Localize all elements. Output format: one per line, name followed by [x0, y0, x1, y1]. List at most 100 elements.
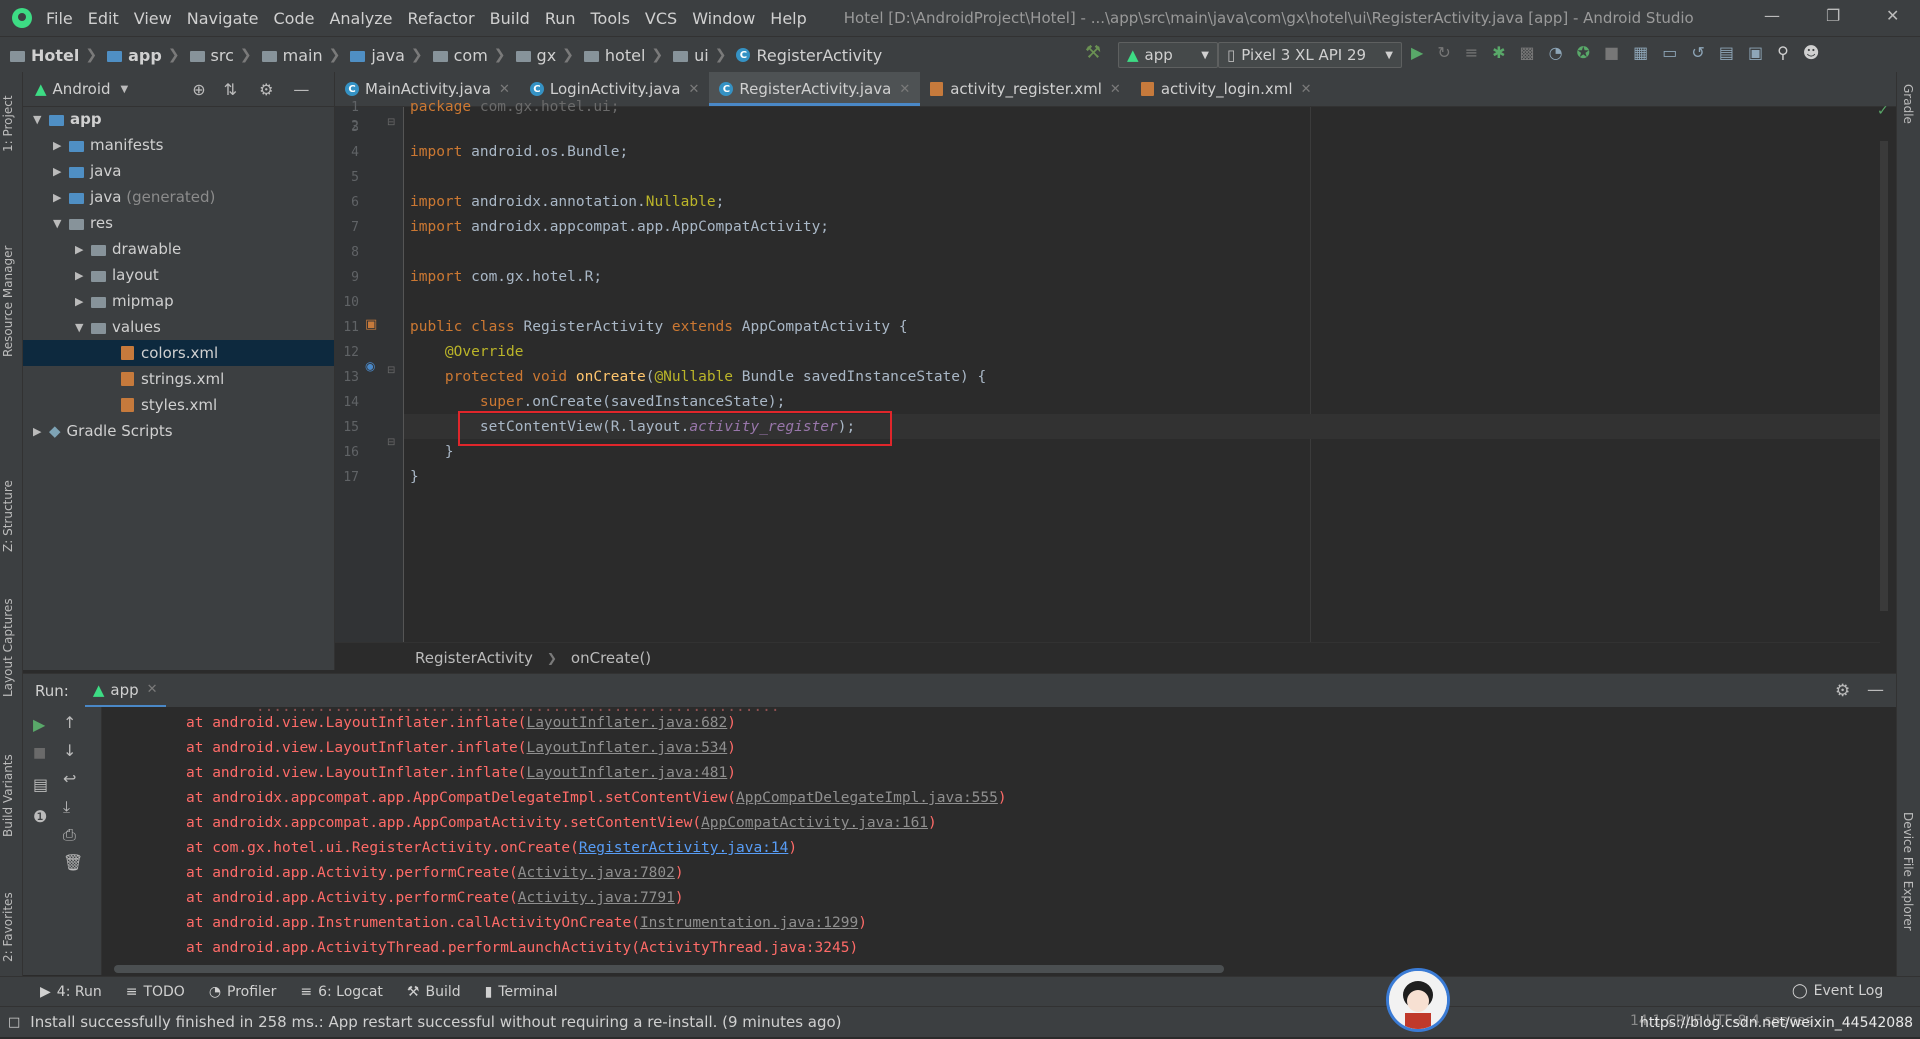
tool-tab-event-log[interactable]: ◯ Event Log — [1792, 983, 1883, 999]
close-icon[interactable]: ✕ — [899, 82, 910, 97]
tree-item-layout[interactable]: ▶ layout — [23, 262, 386, 288]
menu-refactor[interactable]: Refactor — [408, 9, 475, 28]
stack-link[interactable]: LayoutInflater.java:682 — [526, 715, 727, 731]
tool-tab-build-variants[interactable]: Build Variants — [1, 727, 15, 837]
tree-item-colors-xml[interactable]: colors.xml — [23, 340, 334, 366]
attach-debugger-icon[interactable]: ✪ — [1577, 43, 1590, 62]
stack-link[interactable]: RegisterActivity.java:14 — [579, 840, 789, 856]
scroll-to-end-icon[interactable]: ⤓ — [63, 797, 70, 817]
close-icon[interactable]: ✕ — [689, 82, 700, 97]
debug-icon[interactable]: ✱ — [1492, 43, 1505, 62]
menu-analyze[interactable]: Analyze — [329, 9, 392, 28]
stop-icon[interactable]: ■ — [33, 745, 46, 761]
override-icon[interactable]: ◉ — [365, 359, 375, 373]
collapse-all-icon[interactable]: ⇅ — [224, 80, 237, 99]
menu-navigate[interactable]: Navigate — [187, 9, 259, 28]
tool-tab-gradle[interactable]: Gradle — [1901, 84, 1915, 154]
breadcrumb-ui[interactable]: ui ❯ — [673, 46, 726, 65]
tool-tab-profiler[interactable]: ◔ Profiler — [209, 984, 277, 1000]
stack-link[interactable]: LayoutInflater.java:534 — [526, 740, 727, 756]
tool-tab-resource-manager[interactable]: Resource Manager — [1, 207, 15, 357]
breadcrumb-java[interactable]: java ❯ — [350, 46, 423, 65]
search-icon[interactable]: ⚲ — [1777, 43, 1789, 62]
soft-wrap-icon[interactable]: ↩ — [63, 769, 76, 788]
print-icon[interactable]: ⎙ — [63, 825, 76, 845]
tree-item-gradle-scripts[interactable]: ▶ ◆ Gradle Scripts — [23, 418, 344, 444]
sdk-manager-icon[interactable]: ▣ — [1748, 43, 1763, 62]
menu-window[interactable]: Window — [692, 9, 755, 28]
tool-tab-terminal[interactable]: ▮ Terminal — [485, 984, 558, 1000]
run-icon[interactable]: ▶ — [1411, 43, 1423, 62]
breadcrumb-hotel[interactable]: Hotel ❯ — [10, 46, 97, 65]
menu-help[interactable]: Help — [770, 9, 806, 28]
gear-icon[interactable]: ⚙ — [259, 80, 273, 99]
menu-vcs[interactable]: VCS — [645, 9, 677, 28]
status-panel-icon[interactable]: □ — [8, 1015, 20, 1030]
breadcrumb-app[interactable]: app ❯ — [107, 46, 180, 65]
stack-link[interactable]: Activity.java:7802 — [518, 865, 675, 881]
menu-file[interactable]: File — [46, 9, 73, 28]
hammer-icon[interactable]: ⚒ — [1085, 42, 1101, 63]
menu-tools[interactable]: Tools — [591, 9, 630, 28]
project-structure-icon[interactable]: ▦ — [1633, 43, 1648, 62]
stack-link[interactable]: Instrumentation.java:1299 — [640, 915, 858, 931]
profile-icon[interactable]: ◔ — [1549, 43, 1563, 62]
device-dropdown[interactable]: ▯ Pixel 3 XL API 29 ▼ — [1218, 42, 1402, 68]
user-icon[interactable]: ☻ — [1803, 43, 1820, 62]
breadcrumb-main[interactable]: main ❯ — [261, 46, 340, 65]
avd-manager-icon[interactable]: ▭ — [1662, 43, 1677, 62]
locate-file-icon[interactable]: ⊕ — [192, 80, 205, 99]
tool-tab-project[interactable]: 1: Project — [1, 82, 15, 152]
console-scrollbar[interactable] — [114, 965, 1224, 973]
pin-icon[interactable]: ❶ — [33, 807, 47, 826]
close-icon[interactable]: ✕ — [147, 682, 158, 697]
down-arrow-icon[interactable]: ↓ — [63, 741, 76, 760]
breadcrumb-gx[interactable]: gx ❯ — [515, 46, 574, 65]
menu-build[interactable]: Build — [490, 9, 530, 28]
tree-item-manifests[interactable]: ▶ manifests — [23, 132, 364, 158]
rerun-icon[interactable]: ▶ — [33, 715, 45, 734]
menu-edit[interactable]: Edit — [88, 9, 119, 28]
stack-link[interactable]: LayoutInflater.java:481 — [526, 765, 727, 781]
editor-scrollbar[interactable] — [1880, 141, 1888, 611]
breadcrumb-class[interactable]: RegisterActivity — [415, 649, 533, 667]
apply-changes-icon[interactable]: ↻ — [1437, 43, 1450, 62]
tool-tab-todo[interactable]: ≡ TODO — [126, 984, 185, 1000]
run-console[interactable]: ........................................… — [102, 707, 1896, 975]
sync-gradle-icon[interactable]: ↺ — [1691, 43, 1704, 62]
tree-item-mipmap[interactable]: ▶ mipmap — [23, 288, 386, 314]
project-view-selector[interactable]: Android — [53, 80, 111, 98]
breadcrumb-method[interactable]: onCreate() — [571, 649, 651, 667]
fold-icon[interactable]: ⊟ — [387, 437, 395, 448]
tool-tab-logcat[interactable]: ≡ 6: Logcat — [300, 984, 383, 1000]
hide-panel-icon[interactable]: — — [293, 80, 309, 99]
menu-run[interactable]: Run — [545, 9, 576, 28]
close-icon[interactable]: ✕ — [499, 82, 510, 97]
tree-item-app[interactable]: ▼ app — [23, 106, 344, 132]
breadcrumb-current-class[interactable]: C RegisterActivity — [736, 46, 882, 65]
chevron-down-icon[interactable]: ▼ — [121, 84, 129, 95]
tab-register-activity[interactable]: C RegisterActivity.java ✕ — [709, 72, 921, 106]
layout-icon[interactable]: ▤ — [33, 775, 48, 794]
gear-icon[interactable]: ⚙ — [1835, 681, 1850, 701]
close-window-icon[interactable]: ✕ — [1886, 6, 1899, 25]
stack-link[interactable]: AppCompatDelegateImpl.java:555 — [736, 790, 998, 806]
run-config-dropdown[interactable]: ▲ app ▼ — [1118, 42, 1218, 68]
fold-icon[interactable]: ⊟ — [387, 365, 395, 376]
restore-icon[interactable]: ❐ — [1826, 6, 1840, 25]
tool-tab-structure[interactable]: Z: Structure — [1, 442, 15, 552]
stop-icon[interactable]: ■ — [1604, 43, 1619, 62]
minimize-icon[interactable]: — — [1764, 6, 1780, 25]
run-tab-app[interactable]: ▲ app ✕ — [84, 674, 166, 708]
tree-item-drawable[interactable]: ▶ drawable — [23, 236, 386, 262]
breadcrumb-com[interactable]: com ❯ — [432, 46, 506, 65]
breadcrumb-src[interactable]: src ❯ — [189, 46, 252, 65]
tree-item-res[interactable]: ▼ res — [23, 210, 364, 236]
close-icon[interactable]: ✕ — [1110, 82, 1121, 97]
inspection-ok-icon[interactable]: ✓ — [1877, 103, 1889, 119]
breadcrumb-hotel-pkg[interactable]: hotel ❯ — [583, 46, 663, 65]
close-icon[interactable]: ✕ — [1301, 82, 1312, 97]
tool-tab-run[interactable]: ▶ 4: Run — [40, 984, 102, 1000]
device-manager-icon[interactable]: ▤ — [1719, 43, 1734, 62]
tool-tab-device-file-explorer[interactable]: Device File Explorer — [1901, 812, 1915, 982]
